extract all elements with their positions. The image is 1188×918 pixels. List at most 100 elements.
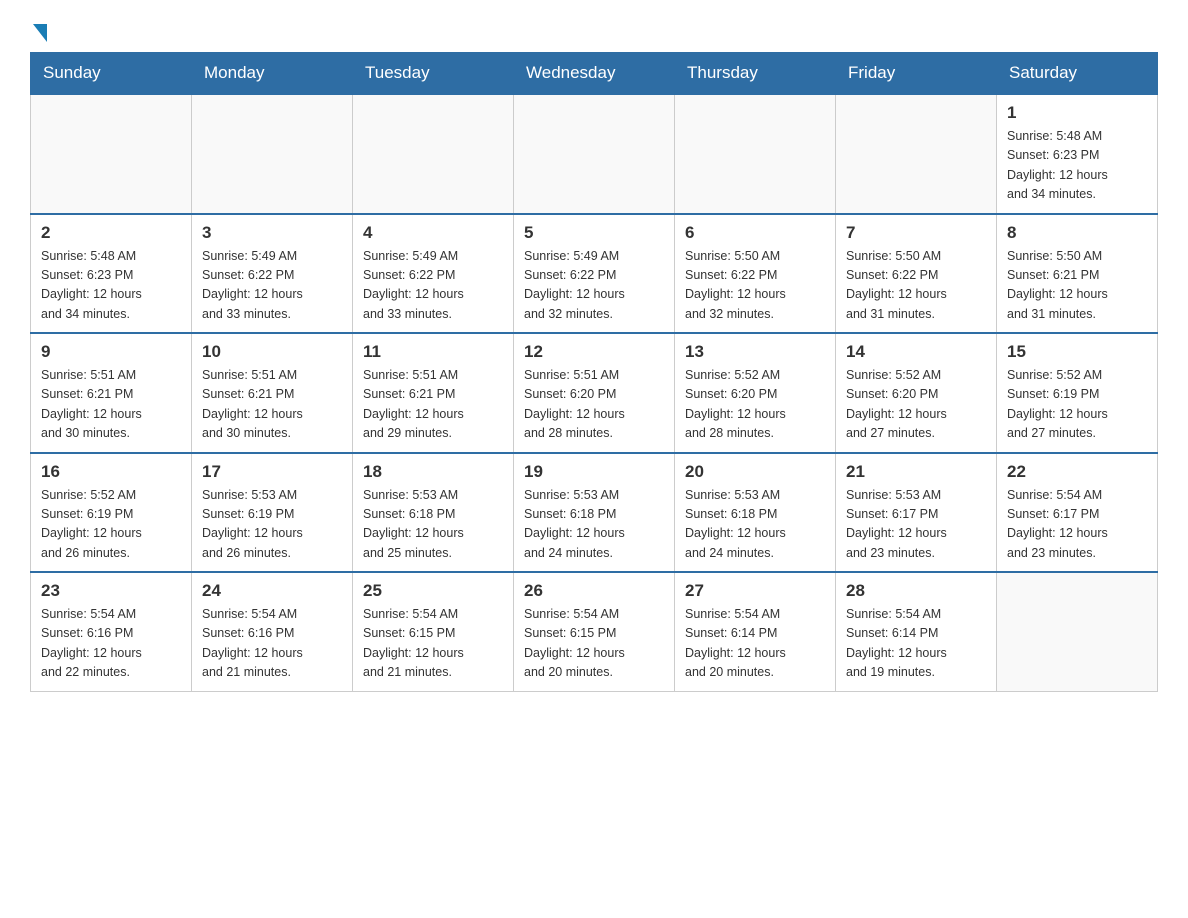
calendar-week-row: 23 Sunrise: 5:54 AM Sunset: 6:16 PM Dayli…: [31, 572, 1158, 691]
day-number: 5: [524, 223, 664, 243]
day-info: Sunrise: 5:52 AM Sunset: 6:20 PM Dayligh…: [685, 366, 825, 444]
calendar-cell: 1 Sunrise: 5:48 AM Sunset: 6:23 PM Daylig…: [997, 94, 1158, 214]
day-info: Sunrise: 5:49 AM Sunset: 6:22 PM Dayligh…: [524, 247, 664, 325]
calendar-cell: 26Sunrise: 5:54 AM Sunset: 6:15 PM Dayli…: [514, 572, 675, 691]
calendar-header-row: SundayMondayTuesdayWednesdayThursdayFrid…: [31, 53, 1158, 95]
calendar-cell: 14 Sunrise: 5:52 AM Sunset: 6:20 PM Dayli…: [836, 333, 997, 453]
day-info: Sunrise: 5:50 AM Sunset: 6:22 PM Dayligh…: [685, 247, 825, 325]
day-number: 26: [524, 581, 664, 601]
day-number: 9: [41, 342, 181, 362]
day-info: Sunrise: 5:51 AM Sunset: 6:21 PM Dayligh…: [41, 366, 181, 444]
day-number: 21: [846, 462, 986, 482]
day-number: 15: [1007, 342, 1147, 362]
day-of-week-header: Monday: [192, 53, 353, 95]
day-of-week-header: Tuesday: [353, 53, 514, 95]
day-info: Sunrise: 5:54 AM Sunset: 6:14 PM Dayligh…: [685, 605, 825, 683]
day-number: 20: [685, 462, 825, 482]
calendar-cell: 22 Sunrise: 5:54 AM Sunset: 6:17 PM Dayli…: [997, 453, 1158, 573]
calendar-cell: 3 Sunrise: 5:49 AM Sunset: 6:22 PM Daylig…: [192, 214, 353, 334]
calendar-cell: [31, 94, 192, 214]
day-number: 14: [846, 342, 986, 362]
day-info: Sunrise: 5:52 AM Sunset: 6:20 PM Dayligh…: [846, 366, 986, 444]
day-number: 27: [685, 581, 825, 601]
day-info: Sunrise: 5:52 AM Sunset: 6:19 PM Dayligh…: [1007, 366, 1147, 444]
calendar-week-row: 2 Sunrise: 5:48 AM Sunset: 6:23 PM Daylig…: [31, 214, 1158, 334]
day-number: 10: [202, 342, 342, 362]
calendar-table: SundayMondayTuesdayWednesdayThursdayFrid…: [30, 52, 1158, 692]
calendar-cell: 20 Sunrise: 5:53 AM Sunset: 6:18 PM Dayli…: [675, 453, 836, 573]
calendar-week-row: 1 Sunrise: 5:48 AM Sunset: 6:23 PM Daylig…: [31, 94, 1158, 214]
calendar-cell: 6Sunrise: 5:50 AM Sunset: 6:22 PM Daylig…: [675, 214, 836, 334]
day-info: Sunrise: 5:49 AM Sunset: 6:22 PM Dayligh…: [202, 247, 342, 325]
day-number: 24: [202, 581, 342, 601]
day-number: 22: [1007, 462, 1147, 482]
day-info: Sunrise: 5:50 AM Sunset: 6:22 PM Dayligh…: [846, 247, 986, 325]
calendar-cell: 28 Sunrise: 5:54 AM Sunset: 6:14 PM Dayli…: [836, 572, 997, 691]
day-info: Sunrise: 5:54 AM Sunset: 6:14 PM Dayligh…: [846, 605, 986, 683]
calendar-cell: 8 Sunrise: 5:50 AM Sunset: 6:21 PM Daylig…: [997, 214, 1158, 334]
calendar-cell: 9 Sunrise: 5:51 AM Sunset: 6:21 PM Daylig…: [31, 333, 192, 453]
calendar-cell: 13 Sunrise: 5:52 AM Sunset: 6:20 PM Dayli…: [675, 333, 836, 453]
day-info: Sunrise: 5:53 AM Sunset: 6:18 PM Dayligh…: [685, 486, 825, 564]
day-number: 18: [363, 462, 503, 482]
day-info: Sunrise: 5:52 AM Sunset: 6:19 PM Dayligh…: [41, 486, 181, 564]
calendar-cell: 2 Sunrise: 5:48 AM Sunset: 6:23 PM Daylig…: [31, 214, 192, 334]
calendar-cell: 18 Sunrise: 5:53 AM Sunset: 6:18 PM Dayli…: [353, 453, 514, 573]
day-number: 16: [41, 462, 181, 482]
day-of-week-header: Sunday: [31, 53, 192, 95]
calendar-cell: 21 Sunrise: 5:53 AM Sunset: 6:17 PM Dayli…: [836, 453, 997, 573]
calendar-cell: [353, 94, 514, 214]
day-info: Sunrise: 5:54 AM Sunset: 6:15 PM Dayligh…: [363, 605, 503, 683]
calendar-cell: 27 Sunrise: 5:54 AM Sunset: 6:14 PM Dayli…: [675, 572, 836, 691]
calendar-cell: [836, 94, 997, 214]
day-info: Sunrise: 5:54 AM Sunset: 6:17 PM Dayligh…: [1007, 486, 1147, 564]
calendar-cell: 4 Sunrise: 5:49 AM Sunset: 6:22 PM Daylig…: [353, 214, 514, 334]
day-of-week-header: Thursday: [675, 53, 836, 95]
day-number: 3: [202, 223, 342, 243]
day-info: Sunrise: 5:51 AM Sunset: 6:21 PM Dayligh…: [202, 366, 342, 444]
calendar-cell: 19 Sunrise: 5:53 AM Sunset: 6:18 PM Dayli…: [514, 453, 675, 573]
day-info: Sunrise: 5:51 AM Sunset: 6:20 PM Dayligh…: [524, 366, 664, 444]
calendar-cell: [675, 94, 836, 214]
day-number: 28: [846, 581, 986, 601]
day-info: Sunrise: 5:53 AM Sunset: 6:18 PM Dayligh…: [524, 486, 664, 564]
day-number: 8: [1007, 223, 1147, 243]
day-info: Sunrise: 5:48 AM Sunset: 6:23 PM Dayligh…: [1007, 127, 1147, 205]
calendar-cell: 25 Sunrise: 5:54 AM Sunset: 6:15 PM Dayli…: [353, 572, 514, 691]
calendar-cell: [514, 94, 675, 214]
day-info: Sunrise: 5:50 AM Sunset: 6:21 PM Dayligh…: [1007, 247, 1147, 325]
day-info: Sunrise: 5:54 AM Sunset: 6:16 PM Dayligh…: [202, 605, 342, 683]
day-of-week-header: Saturday: [997, 53, 1158, 95]
day-number: 12: [524, 342, 664, 362]
day-number: 11: [363, 342, 503, 362]
day-info: Sunrise: 5:48 AM Sunset: 6:23 PM Dayligh…: [41, 247, 181, 325]
day-number: 25: [363, 581, 503, 601]
calendar-cell: 7 Sunrise: 5:50 AM Sunset: 6:22 PM Daylig…: [836, 214, 997, 334]
day-number: 17: [202, 462, 342, 482]
day-of-week-header: Wednesday: [514, 53, 675, 95]
logo: [30, 20, 47, 42]
calendar-cell: 11Sunrise: 5:51 AM Sunset: 6:21 PM Dayli…: [353, 333, 514, 453]
day-info: Sunrise: 5:53 AM Sunset: 6:17 PM Dayligh…: [846, 486, 986, 564]
day-number: 19: [524, 462, 664, 482]
day-info: Sunrise: 5:49 AM Sunset: 6:22 PM Dayligh…: [363, 247, 503, 325]
calendar-week-row: 9 Sunrise: 5:51 AM Sunset: 6:21 PM Daylig…: [31, 333, 1158, 453]
calendar-cell: 23Sunrise: 5:54 AM Sunset: 6:16 PM Dayli…: [31, 572, 192, 691]
day-number: 23: [41, 581, 181, 601]
day-of-week-header: Friday: [836, 53, 997, 95]
calendar-week-row: 16 Sunrise: 5:52 AM Sunset: 6:19 PM Dayli…: [31, 453, 1158, 573]
calendar-cell: [192, 94, 353, 214]
logo-arrow-icon: [33, 24, 47, 42]
calendar-cell: 16 Sunrise: 5:52 AM Sunset: 6:19 PM Dayli…: [31, 453, 192, 573]
day-info: Sunrise: 5:53 AM Sunset: 6:18 PM Dayligh…: [363, 486, 503, 564]
calendar-cell: 10 Sunrise: 5:51 AM Sunset: 6:21 PM Dayli…: [192, 333, 353, 453]
calendar-cell: 15 Sunrise: 5:52 AM Sunset: 6:19 PM Dayli…: [997, 333, 1158, 453]
day-number: 1: [1007, 103, 1147, 123]
page-header: [30, 20, 1158, 42]
day-number: 7: [846, 223, 986, 243]
day-number: 2: [41, 223, 181, 243]
calendar-cell: 24 Sunrise: 5:54 AM Sunset: 6:16 PM Dayli…: [192, 572, 353, 691]
day-number: 4: [363, 223, 503, 243]
day-number: 13: [685, 342, 825, 362]
calendar-cell: [997, 572, 1158, 691]
